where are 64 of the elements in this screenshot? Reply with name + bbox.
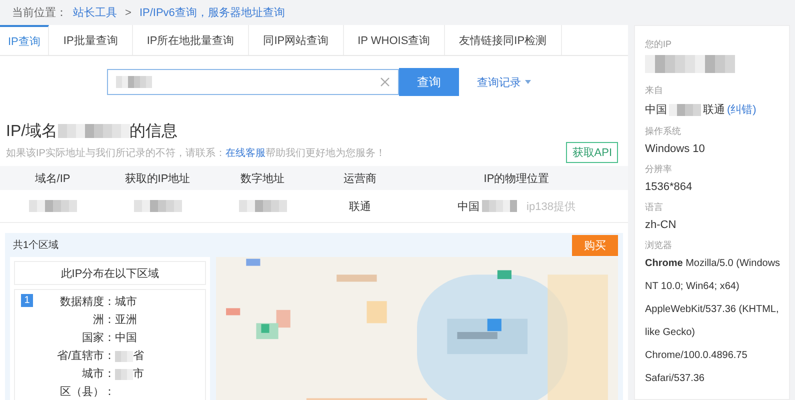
pixelated-text [28, 200, 76, 212]
notice-text: 如果该IP实际地址与我们所记录的不符，请联系：在线客服帮助我们更好地为您服务！ [6, 146, 386, 160]
info-label: 您的IP [645, 38, 673, 51]
field-label: 城市： [81, 366, 115, 382]
breadcrumb-link[interactable]: IP/IPv6查询，服务器地址查询 [139, 5, 285, 20]
info-label: 浏览器 [645, 239, 673, 252]
tab[interactable]: IP所在地批量查询 [132, 25, 250, 55]
field-label: 数据精度： [59, 294, 115, 310]
info-label: 操作系统 [645, 125, 682, 138]
pixelated-text [115, 368, 133, 380]
pixelated-text [115, 350, 133, 362]
info-label: 来自 [645, 84, 664, 97]
breadcrumb-link[interactable]: 站长工具 [73, 5, 117, 20]
region-count: 共1个区域 [13, 238, 59, 252]
column-header: 运营商 [342, 172, 378, 186]
info-value: Chrome Mozilla/5.0 (Windows NT 10.0; Win64; x64) AppleWebKit/537.36 (KHTML, like Gecko) Chrome/100.0.4896.75 Safari/537.36 [645, 257, 782, 386]
info-label: 分辨率 [645, 163, 673, 176]
buy-button[interactable]: 购买 [572, 234, 618, 256]
field-label: 洲： [92, 313, 115, 328]
correction-link[interactable]: (纠错) [727, 102, 756, 117]
field-value: 市 [133, 366, 144, 382]
info-value: Windows 10 [645, 143, 706, 155]
info-value: 中国 [645, 103, 667, 117]
field-value: 亚洲 [115, 313, 137, 328]
section-title: 的信息 [130, 122, 178, 142]
api-button[interactable]: 获取API [566, 142, 618, 163]
table-cell-text: 联通 [349, 200, 371, 214]
info-value: 联通 [703, 102, 725, 117]
support-link[interactable]: 在线客服 [225, 148, 266, 158]
search-button[interactable]: 查询 [399, 68, 459, 96]
index-badge: 1 [21, 294, 33, 307]
breadcrumb-label: 当前位置： [12, 6, 67, 20]
pixelated-text [134, 200, 182, 212]
pixelated-text [238, 200, 286, 212]
field-value: 城市 [115, 294, 137, 310]
field-label: 国家： [81, 330, 115, 346]
region-card-title: 此IP分布在以下区域 [14, 261, 206, 285]
info-value: zh-CN [645, 219, 678, 231]
caret-icon [525, 80, 531, 84]
info-label: 语言 [645, 201, 664, 214]
breadcrumb-separator: > [125, 6, 132, 18]
tab[interactable]: IP查询 [0, 25, 50, 55]
section-title: IP/域名 [6, 122, 58, 142]
tab[interactable]: 友情链接同IP检测 [445, 25, 562, 55]
provider-note: ip138提供 [526, 200, 576, 214]
info-value: 1536*864 [645, 181, 694, 193]
tab[interactable]: 同IP网站查询 [249, 25, 344, 55]
pixelated-text [116, 76, 152, 88]
pixelated-text [482, 200, 517, 212]
column-header: 域名/IP [34, 172, 72, 186]
field-label: 省/直辖市： [56, 348, 115, 364]
clear-icon[interactable] [380, 77, 390, 87]
tab[interactable]: IP WHOIS查询 [344, 25, 446, 55]
column-header: 数字地址 [240, 172, 286, 186]
column-header: 获取的IP地址 [124, 172, 192, 186]
pixelated-text [669, 104, 701, 116]
field-label: 区（县）： [59, 385, 115, 400]
search-field[interactable] [107, 69, 399, 95]
field-value: 省 [133, 349, 144, 364]
tab[interactable]: IP批量查询 [49, 25, 133, 55]
history-link[interactable]: 查询记录 [477, 74, 521, 90]
column-header: IP的物理位置 [482, 172, 550, 186]
table-cell-text: 中国 [458, 200, 480, 214]
field-value: 中国 [115, 331, 137, 346]
